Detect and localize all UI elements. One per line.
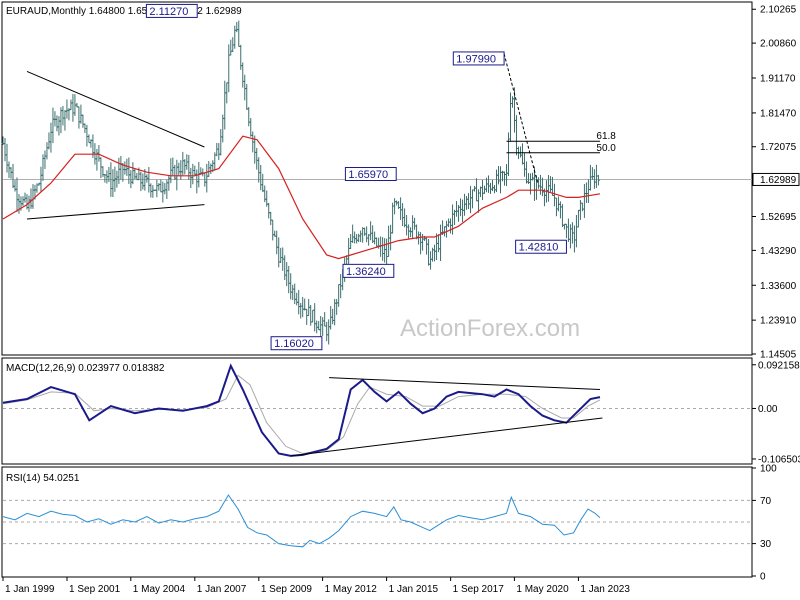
x-tick-label: 1 Jan 2023 bbox=[580, 584, 630, 595]
x-tick-label: 1 Jan 2007 bbox=[197, 584, 247, 595]
x-tick-label: 1 Jan 1999 bbox=[5, 584, 55, 595]
svg-text:1.16020: 1.16020 bbox=[274, 338, 314, 350]
y-tick-label: 1.43290 bbox=[760, 246, 797, 257]
price-level-label: 1.65970 bbox=[344, 167, 397, 182]
rsi-y-tick-label: 0 bbox=[760, 572, 766, 583]
rsi-header: RSI(14) 54.0251 bbox=[6, 473, 80, 484]
svg-text:2.11270: 2.11270 bbox=[149, 6, 188, 18]
price-level-label: 1.97990 bbox=[452, 51, 505, 66]
y-tick-label: 1.52695 bbox=[760, 212, 797, 223]
svg-text:1.97990: 1.97990 bbox=[456, 53, 496, 65]
x-tick-label: 1 Sep 2001 bbox=[69, 584, 121, 595]
rsi-y-tick-label: 100 bbox=[760, 464, 777, 475]
svg-text:1.65970: 1.65970 bbox=[348, 169, 388, 181]
y-tick-label: 1.14505 bbox=[760, 350, 797, 361]
rsi-y-tick-label: 70 bbox=[760, 496, 772, 507]
y-tick-label: 1.23910 bbox=[760, 316, 797, 327]
macd-y-tick-label: 0.00 bbox=[758, 404, 778, 415]
y-tick-label: 1.62989 bbox=[760, 175, 797, 186]
y-tick-label: 1.91170 bbox=[760, 73, 796, 84]
rsi-y-tick-label: 30 bbox=[760, 539, 772, 550]
y-tick-label: 1.81470 bbox=[760, 108, 797, 119]
price-level-label: 1.42810 bbox=[515, 239, 567, 254]
price-level-label: 1.36240 bbox=[342, 263, 395, 278]
y-tick-label: 2.10265 bbox=[760, 5, 797, 16]
price-header: EURAUD,Monthly 1.64800 1.65263 1.62902 1… bbox=[6, 6, 242, 17]
x-tick-label: 1 Jan 2015 bbox=[389, 584, 439, 595]
x-tick-label: 1 May 2012 bbox=[325, 584, 378, 595]
y-tick-label: 1.72075 bbox=[760, 142, 797, 153]
price-level-label: 1.16020 bbox=[270, 336, 323, 351]
macd-y-tick-label: 0.092158 bbox=[758, 360, 800, 371]
fibonacci-level-label: 50.0 bbox=[596, 143, 616, 154]
price-level-label: 2.11270 bbox=[145, 3, 198, 18]
watermark: ActionForex.com bbox=[400, 315, 580, 342]
macd-header: MACD(12,26,9) 0.023977 0.018382 bbox=[6, 363, 165, 374]
y-tick-label: 2.00860 bbox=[760, 39, 797, 50]
svg-text:1.42810: 1.42810 bbox=[519, 242, 559, 254]
x-tick-label: 1 Sep 2017 bbox=[453, 584, 505, 595]
fibonacci-level-label: 61.8 bbox=[596, 131, 616, 142]
x-tick-label: 1 Sep 2009 bbox=[261, 584, 313, 595]
x-tick-label: 1 May 2004 bbox=[133, 584, 186, 595]
euraud-monthly-chart: EURAUD,Monthly 1.64800 1.65263 1.62902 1… bbox=[0, 0, 800, 600]
svg-text:1.36240: 1.36240 bbox=[346, 266, 386, 278]
x-tick-label: 1 May 2020 bbox=[516, 584, 569, 595]
y-tick-label: 1.33600 bbox=[760, 281, 797, 292]
